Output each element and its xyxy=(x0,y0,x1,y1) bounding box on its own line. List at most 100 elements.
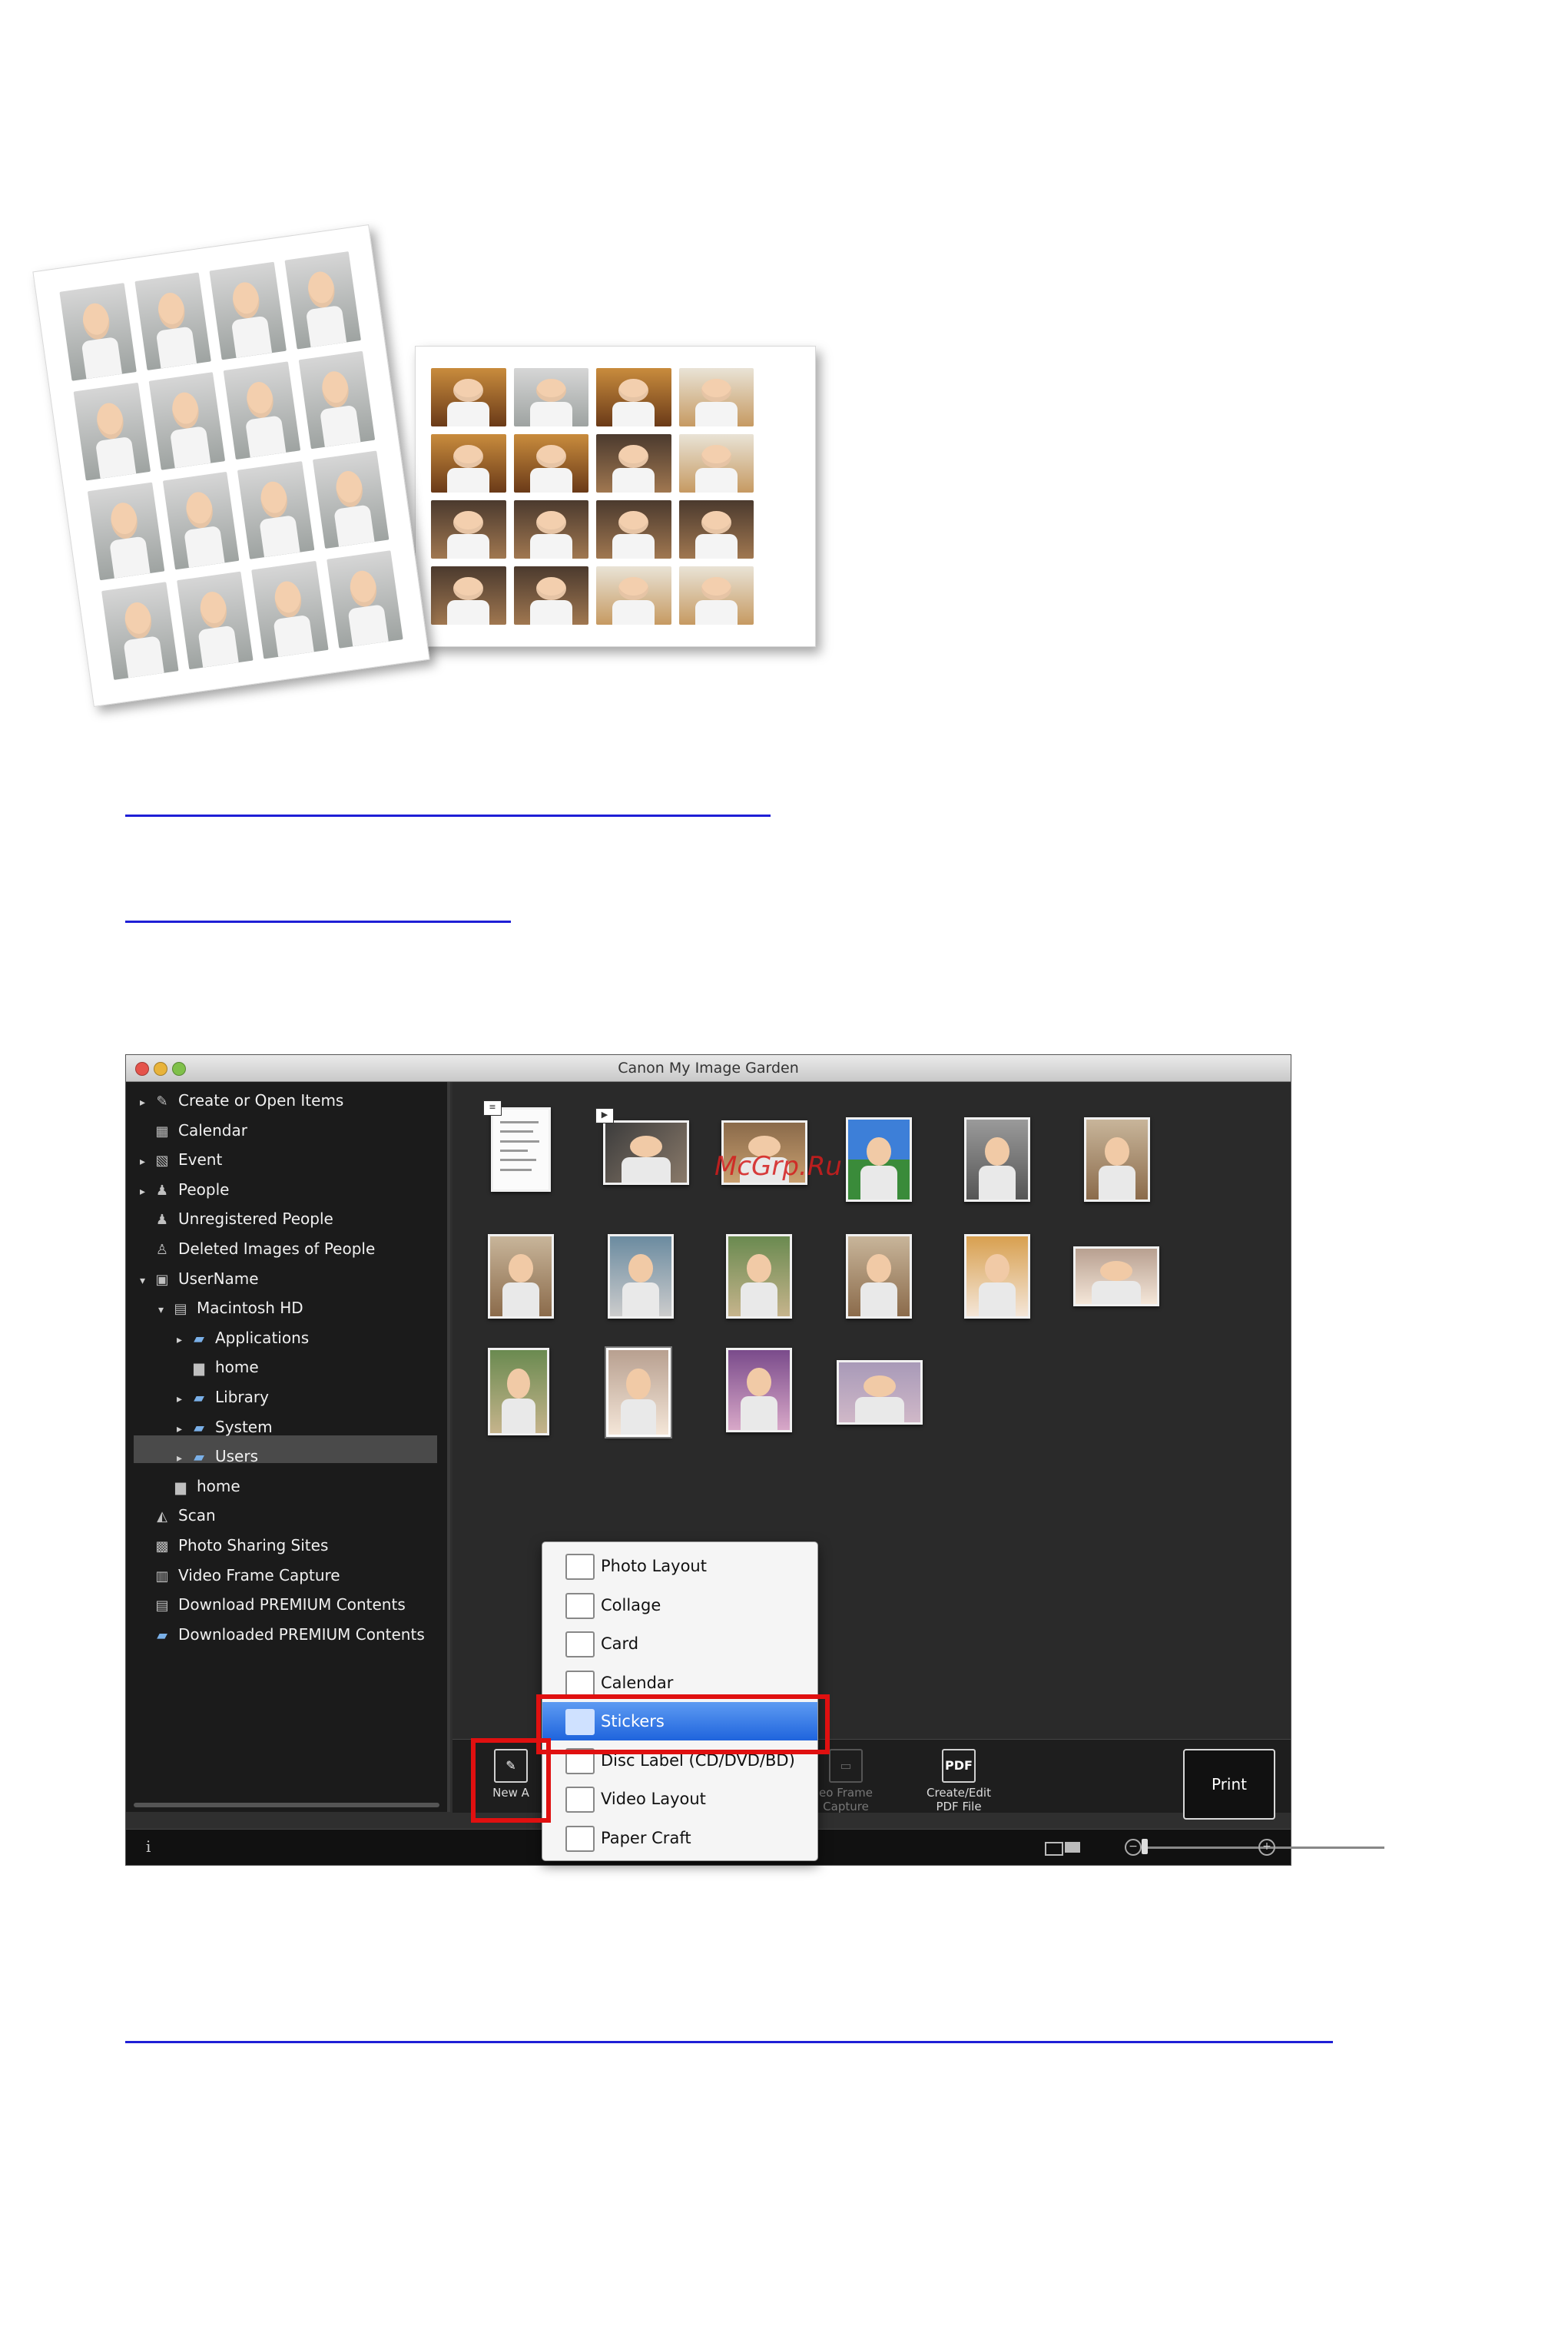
link-underline-1[interactable] xyxy=(125,815,771,817)
sticker-photo xyxy=(513,434,588,493)
thumbnail-document[interactable] xyxy=(491,1107,551,1192)
disclosure-right-icon[interactable]: ▸ xyxy=(140,1178,152,1206)
sidebar-item[interactable]: ▸ ♟ People xyxy=(140,1176,229,1203)
sidebar-item-label: home xyxy=(215,1358,259,1377)
sidebar-item-label: Macintosh HD xyxy=(197,1299,303,1318)
thumbnail-photo[interactable] xyxy=(488,1234,554,1319)
disclosure-down-icon[interactable]: ▾ xyxy=(140,1267,152,1295)
thumbnail-photo[interactable] xyxy=(726,1234,792,1319)
sidebar-item[interactable]: ▥ Video Frame Capture xyxy=(140,1561,340,1589)
sidebar-item[interactable]: ▦ Calendar xyxy=(140,1117,247,1144)
thumbnail-photo[interactable] xyxy=(846,1234,912,1319)
thumbnail-photo[interactable] xyxy=(1084,1117,1150,1202)
paper-craft-icon xyxy=(565,1825,595,1852)
sidebar-item-label: Deleted Images of People xyxy=(178,1239,376,1258)
thumbnail-video[interactable] xyxy=(603,1120,689,1185)
sidebar-item[interactable]: ▆ home xyxy=(177,1353,259,1381)
stickers-callout-frame xyxy=(536,1694,830,1754)
sidebar: ▸ ✎ Create or Open Items ▦ Calendar ▸ ▧ Event ▸ ♟… xyxy=(126,1082,450,1812)
sidebar-item[interactable]: ▸ ▧ Event xyxy=(140,1146,222,1173)
thumbnail-photo-selected[interactable] xyxy=(605,1346,672,1438)
disclosure-down-icon[interactable]: ▾ xyxy=(158,1296,171,1324)
disclosure-right-icon[interactable]: ▸ xyxy=(140,1089,152,1117)
watermark: McGrp.Ru xyxy=(714,1151,842,1182)
sticker-grid-landscape xyxy=(431,368,754,625)
zoom-slider-thumb[interactable] xyxy=(1142,1839,1148,1854)
sidebar-item[interactable]: ♟ Unregistered People xyxy=(140,1205,333,1233)
pdf-icon: PDF xyxy=(942,1749,976,1783)
people-icon: ♟ xyxy=(155,1182,169,1199)
folder-icon: ▰ xyxy=(194,1330,204,1347)
print-button[interactable]: Print xyxy=(1183,1749,1275,1820)
sidebar-item[interactable]: ♙ Deleted Images of People xyxy=(140,1235,375,1263)
menu-item[interactable]: Collage xyxy=(542,1586,817,1624)
window-title: Canon My Image Garden xyxy=(618,1060,799,1077)
disclosure-right-icon[interactable]: ▸ xyxy=(177,1445,189,1472)
sidebar-item[interactable]: ▸ ▰ Applications xyxy=(177,1324,309,1352)
menu-item[interactable]: Card xyxy=(542,1624,817,1663)
thumbnail-photo[interactable] xyxy=(964,1234,1030,1319)
sidebar-item[interactable]: ▾ ▤ Macintosh HD xyxy=(158,1294,303,1322)
menu-item[interactable]: Photo Layout xyxy=(542,1547,817,1585)
sidebar-item[interactable]: ▰ Downloaded PREMIUM Contents xyxy=(140,1621,425,1648)
sidebar-item-label: Create or Open Items xyxy=(178,1091,344,1110)
window-minimize-button[interactable] xyxy=(154,1062,167,1076)
window-close-button[interactable] xyxy=(135,1062,149,1076)
sidebar-item[interactable]: ◭ Scan xyxy=(140,1501,216,1529)
window-zoom-button[interactable] xyxy=(172,1062,186,1076)
thumbnail-photo[interactable] xyxy=(1073,1246,1159,1306)
disclosure-right-icon[interactable]: ▸ xyxy=(177,1326,189,1354)
sticker-grid-portrait xyxy=(59,251,403,680)
thumbnail-photo[interactable] xyxy=(846,1117,912,1202)
create-edit-pdf-button[interactable]: PDF Create/Edit PDF File xyxy=(917,1749,1001,1813)
single-view-icon[interactable] xyxy=(1065,1842,1080,1853)
zoom-in-icon[interactable]: + xyxy=(1258,1839,1275,1856)
folder-icon: ▰ xyxy=(194,1419,204,1436)
sticker-photo xyxy=(431,500,506,559)
sidebar-item[interactable]: ▾ ▣ UserName xyxy=(140,1265,259,1292)
sticker-photo xyxy=(298,350,376,450)
sidebar-item[interactable]: ▩ Photo Sharing Sites xyxy=(140,1531,328,1559)
sticker-photo xyxy=(73,382,151,481)
sticker-photo xyxy=(134,272,211,371)
thumbnail-photo[interactable] xyxy=(964,1117,1030,1202)
disclosure-right-icon[interactable]: ▸ xyxy=(177,1415,189,1443)
download-icon: ▤ xyxy=(155,1598,169,1614)
zoom-out-icon[interactable]: − xyxy=(1125,1839,1142,1856)
link-underline-3[interactable] xyxy=(125,2041,1333,2043)
sidebar-item[interactable]: ▸ ▰ System xyxy=(177,1413,273,1441)
sidebar-item-label: People xyxy=(178,1180,230,1199)
thumbnail-photo[interactable] xyxy=(608,1234,674,1319)
disk-icon: ▤ xyxy=(174,1301,187,1318)
sidebar-item-label: Download PREMIUM Contents xyxy=(178,1595,406,1614)
menu-item[interactable]: Paper Craft xyxy=(542,1819,817,1857)
thumbnail-photo[interactable] xyxy=(837,1360,923,1425)
sticker-photo xyxy=(596,368,671,426)
disclosure-right-icon[interactable]: ▸ xyxy=(140,1148,152,1176)
sidebar-item-label: UserName xyxy=(178,1269,259,1288)
scan-icon: ◭ xyxy=(157,1508,167,1525)
grid-view-icon[interactable] xyxy=(1045,1842,1063,1856)
thumbnail-photo[interactable] xyxy=(726,1348,792,1432)
sticker-photo xyxy=(162,471,240,570)
sidebar-item[interactable]: ▸ ▰ Users xyxy=(177,1442,258,1470)
sidebar-item[interactable]: ▸ ▰ Library xyxy=(177,1383,269,1411)
info-icon[interactable]: i xyxy=(146,1837,151,1856)
sharing-icon: ▩ xyxy=(155,1538,169,1555)
folder-icon: ▰ xyxy=(157,1627,167,1644)
sidebar-item[interactable]: ▸ ✎ Create or Open Items xyxy=(140,1087,343,1114)
create-icon: ✎ xyxy=(156,1093,168,1110)
sticker-photo xyxy=(678,566,754,625)
disclosure-right-icon[interactable]: ▸ xyxy=(177,1385,189,1413)
video-frame-capture-button[interactable]: ▭ eo Frame Capture xyxy=(814,1749,878,1813)
link-underline-2[interactable] xyxy=(125,921,511,923)
drive-icon: ▆ xyxy=(194,1360,204,1377)
sidebar-item-label: Calendar xyxy=(178,1120,247,1140)
sidebar-scrollbar[interactable] xyxy=(134,1803,439,1807)
sidebar-item[interactable]: ▆ home xyxy=(158,1472,240,1500)
sidebar-item[interactable]: ▤ Download PREMIUM Contents xyxy=(140,1591,406,1618)
menu-item-label: Photo Layout xyxy=(601,1557,707,1575)
calendar-layout-icon xyxy=(565,1670,595,1697)
menu-item[interactable]: Video Layout xyxy=(542,1780,817,1818)
thumbnail-photo[interactable] xyxy=(488,1348,549,1435)
